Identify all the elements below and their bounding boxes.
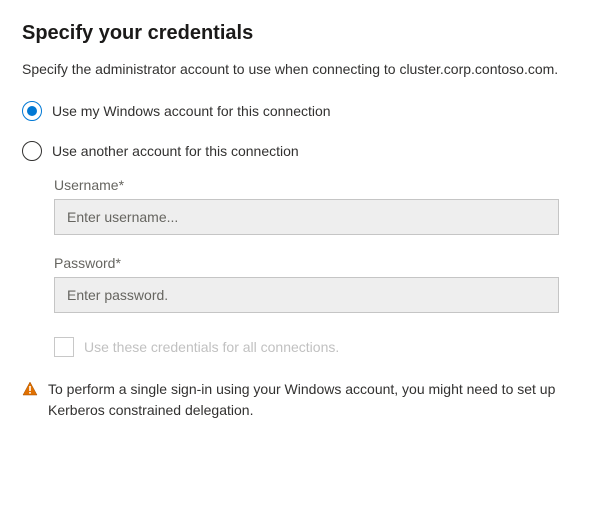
username-label: Username* bbox=[54, 177, 569, 193]
page-description: Specify the administrator account to use… bbox=[22, 59, 569, 79]
password-label: Password* bbox=[54, 255, 569, 271]
radio-label: Use my Windows account for this connecti… bbox=[52, 103, 331, 119]
checkbox-label: Use these credentials for all connection… bbox=[84, 339, 339, 355]
radio-label: Use another account for this connection bbox=[52, 143, 299, 159]
radio-use-another-account[interactable]: Use another account for this connection bbox=[22, 141, 569, 161]
kerberos-warning: To perform a single sign-in using your W… bbox=[22, 379, 569, 421]
radio-use-windows-account[interactable]: Use my Windows account for this connecti… bbox=[22, 101, 569, 121]
warning-icon bbox=[22, 381, 38, 400]
use-for-all-checkbox[interactable]: Use these credentials for all connection… bbox=[54, 337, 569, 357]
radio-icon bbox=[22, 141, 42, 161]
page-title: Specify your credentials bbox=[22, 22, 569, 45]
radio-icon bbox=[22, 101, 42, 121]
warning-text: To perform a single sign-in using your W… bbox=[48, 379, 569, 421]
account-radio-group: Use my Windows account for this connecti… bbox=[22, 101, 569, 357]
credentials-subform: Username* Password* Use these credential… bbox=[54, 177, 569, 357]
checkbox-icon bbox=[54, 337, 74, 357]
username-input[interactable] bbox=[54, 199, 559, 235]
password-input[interactable] bbox=[54, 277, 559, 313]
